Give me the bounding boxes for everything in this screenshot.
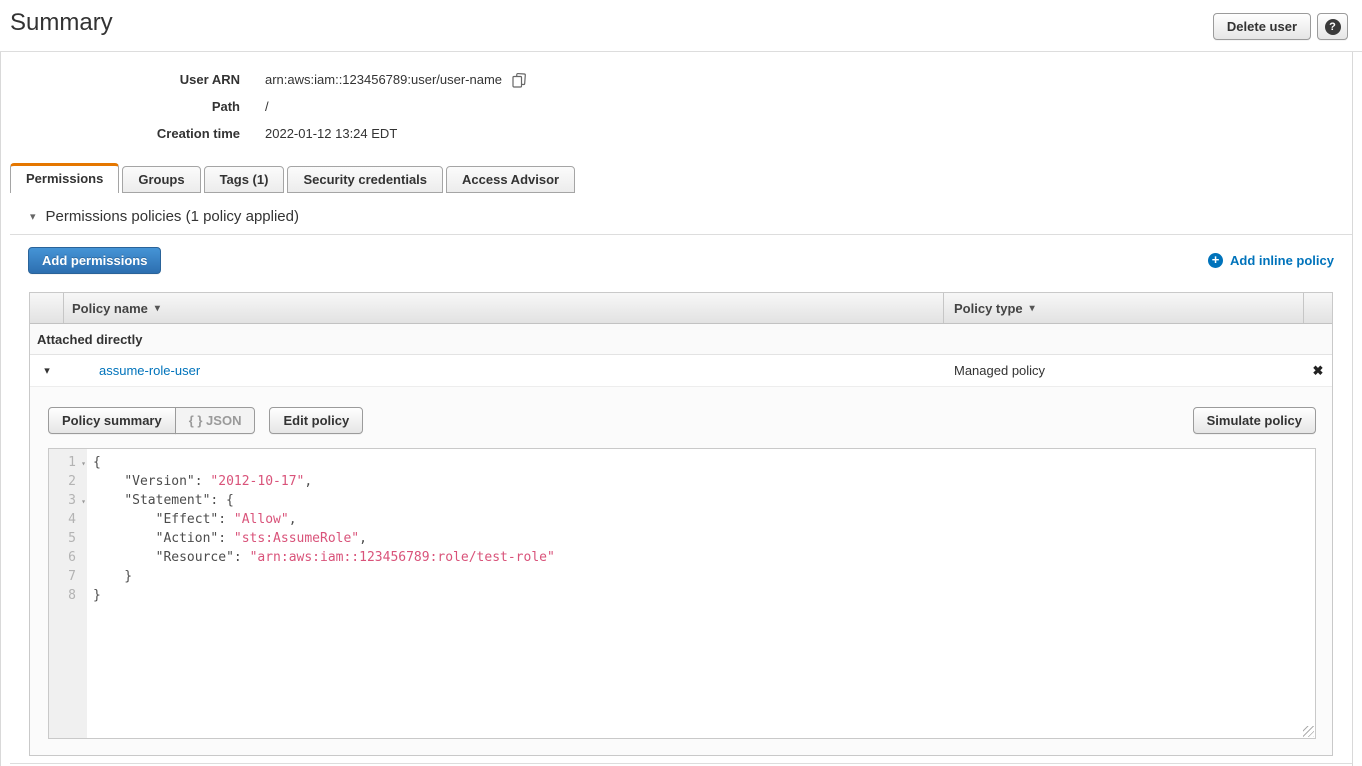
policy-name-link[interactable]: assume-role-user [99, 363, 200, 378]
gutter-line-number: 6 [49, 548, 87, 567]
column-header-policy-type[interactable]: Policy type ▾ [944, 293, 1304, 323]
plus-circle-icon: + [1208, 253, 1223, 268]
creation-time-value: 2022-01-12 13:24 EDT [265, 126, 397, 141]
gutter-line-number: 1▾ [49, 453, 87, 472]
tab-permissions[interactable]: Permissions [10, 163, 119, 193]
collapse-caret-icon: ▾ [30, 210, 36, 223]
gutter-line-number: 8 [49, 586, 87, 605]
json-code-line[interactable]: } [93, 567, 1315, 586]
table-header-spacer [30, 293, 64, 323]
column-header-label: Policy name [72, 301, 148, 316]
tab-bar: Permissions Groups Tags (1) Security cre… [0, 163, 1362, 193]
json-code-line[interactable]: "Resource": "arn:aws:iam::123456789:role… [93, 548, 1315, 567]
json-code-line[interactable]: } [93, 586, 1315, 605]
json-policy-editor[interactable]: 1▾23▾45678 { "Version": "2012-10-17", "S… [48, 448, 1316, 739]
resize-handle-icon[interactable] [1303, 726, 1314, 737]
policy-detail-actions: Policy summary { } JSON Edit policy Simu… [48, 407, 1316, 434]
gutter-line-number: 4 [49, 510, 87, 529]
content-left-border [0, 52, 1, 766]
gutter-line-number: 2 [49, 472, 87, 491]
policy-table-header: Policy name ▾ Policy type ▾ [30, 293, 1332, 324]
fold-caret-icon[interactable]: ▾ [81, 454, 86, 473]
meta-label: Path [0, 99, 240, 114]
edit-policy-button[interactable]: Edit policy [269, 407, 363, 434]
add-inline-policy-link[interactable]: + Add inline policy [1208, 253, 1334, 268]
help-icon: ? [1325, 19, 1341, 35]
sort-caret-icon: ▾ [155, 303, 160, 314]
table-header-spacer [1304, 293, 1332, 323]
tab-tags[interactable]: Tags (1) [204, 166, 285, 193]
group-row-label: Attached directly [37, 332, 142, 347]
gutter-line-number: 3▾ [49, 491, 87, 510]
content-bottom-divider [10, 763, 1352, 764]
json-code-line[interactable]: "Statement": { [93, 491, 1315, 510]
page-header: Summary Delete user ? [0, 0, 1362, 52]
policy-table: Policy name ▾ Policy type ▾ Attached dir… [29, 292, 1333, 756]
tab-access-advisor[interactable]: Access Advisor [446, 166, 575, 193]
json-code-line[interactable]: "Version": "2012-10-17", [93, 472, 1315, 491]
header-actions: Delete user ? [1213, 13, 1348, 40]
meta-label: Creation time [0, 126, 240, 141]
policy-type-value: Managed policy [954, 363, 1045, 378]
json-code-line[interactable]: "Action": "sts:AssumeRole", [93, 529, 1315, 548]
json-code-line[interactable]: "Effect": "Allow", [93, 510, 1315, 529]
json-view-button: { } JSON [175, 407, 256, 434]
path-value: / [265, 99, 269, 114]
help-button[interactable]: ? [1317, 13, 1348, 40]
page-title: Summary [10, 9, 113, 37]
meta-row-creation-time: Creation time 2022-01-12 13:24 EDT [0, 120, 1362, 147]
json-code-line[interactable]: { [93, 453, 1315, 472]
delete-user-button[interactable]: Delete user [1213, 13, 1311, 40]
add-inline-policy-label: Add inline policy [1230, 253, 1334, 268]
detach-policy-icon[interactable]: ✖ [1313, 363, 1324, 379]
copy-icon[interactable] [511, 72, 527, 88]
user-meta: User ARN arn:aws:iam::123456789:user/use… [0, 52, 1362, 147]
column-header-policy-name[interactable]: Policy name ▾ [64, 293, 944, 323]
permissions-tab-content: ▾ Permissions policies (1 policy applied… [0, 208, 1362, 764]
sort-caret-icon: ▾ [1030, 303, 1035, 314]
meta-label: User ARN [0, 72, 240, 87]
user-arn-value: arn:aws:iam::123456789:user/user-name [265, 72, 502, 87]
column-header-label: Policy type [954, 301, 1023, 316]
gutter-line-number: 7 [49, 567, 87, 586]
fold-caret-icon[interactable]: ▾ [81, 492, 86, 511]
group-row-attached-directly: Attached directly [30, 324, 1332, 355]
simulate-policy-button[interactable]: Simulate policy [1193, 407, 1316, 434]
tab-security-credentials[interactable]: Security credentials [287, 166, 443, 193]
content-right-border [1352, 52, 1353, 766]
tab-groups[interactable]: Groups [122, 166, 200, 193]
meta-row-path: Path / [0, 93, 1362, 120]
policy-summary-view-button[interactable]: Policy summary [48, 407, 176, 434]
permissions-policies-heading-label: Permissions policies (1 policy applied) [46, 208, 299, 225]
expand-caret-icon[interactable]: ▾ [44, 364, 50, 377]
gutter-line-number: 5 [49, 529, 87, 548]
add-permissions-button[interactable]: Add permissions [28, 247, 161, 274]
json-editor-lines[interactable]: { "Version": "2012-10-17", "Statement": … [87, 449, 1315, 738]
policy-actions-row: Add permissions + Add inline policy [28, 247, 1334, 274]
policy-view-toggle: Policy summary { } JSON [48, 407, 255, 434]
meta-row-user-arn: User ARN arn:aws:iam::123456789:user/use… [0, 66, 1362, 93]
section-divider [10, 234, 1352, 235]
json-editor-gutter: 1▾23▾45678 [49, 449, 87, 738]
policy-detail-panel: Policy summary { } JSON Edit policy Simu… [30, 387, 1332, 755]
policy-table-row: ▾ assume-role-user Managed policy ✖ [30, 355, 1332, 387]
permissions-policies-heading[interactable]: ▾ Permissions policies (1 policy applied… [30, 208, 299, 225]
